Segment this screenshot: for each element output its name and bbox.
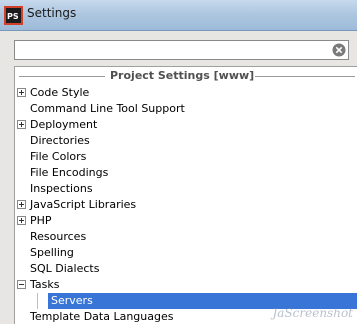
tree-item-label: JavaScript Libraries bbox=[30, 198, 137, 211]
tree-item-label: Tasks bbox=[30, 278, 60, 291]
tree-item-inspections[interactable]: Inspections bbox=[15, 181, 357, 197]
tree-item-javascript-libraries[interactable]: JavaScript Libraries bbox=[15, 197, 357, 213]
tree-item-sql-dialects[interactable]: SQL Dialects bbox=[15, 261, 357, 277]
tree-item-code-style[interactable]: Code Style bbox=[15, 85, 357, 101]
collapse-minus-icon[interactable] bbox=[17, 280, 26, 289]
phpstorm-logo-icon: PS bbox=[4, 6, 23, 25]
tree-item-tasks[interactable]: Tasks bbox=[15, 277, 357, 293]
tree-guide-line bbox=[37, 293, 38, 309]
divider bbox=[19, 76, 105, 77]
tree-item-label: File Encodings bbox=[30, 166, 109, 179]
tree-item-spelling[interactable]: Spelling bbox=[15, 245, 357, 261]
tree-item-label: Spelling bbox=[30, 246, 74, 259]
settings-search-input[interactable] bbox=[17, 42, 331, 58]
tree-item-php[interactable]: PHP bbox=[15, 213, 357, 229]
expand-plus-icon[interactable] bbox=[17, 216, 26, 225]
tree-item-label: Code Style bbox=[30, 86, 90, 99]
expand-plus-icon[interactable] bbox=[17, 88, 26, 97]
divider bbox=[255, 76, 355, 77]
tree-item-label: SQL Dialects bbox=[30, 262, 100, 275]
tree-item-label: File Colors bbox=[30, 150, 87, 163]
settings-tree[interactable]: Project Settings [www] Code Style Comman… bbox=[14, 66, 357, 324]
tree-item-deployment[interactable]: Deployment bbox=[15, 117, 357, 133]
expand-plus-icon[interactable] bbox=[17, 200, 26, 209]
tree-item-label: Directories bbox=[30, 134, 90, 147]
tree-item-label: Resources bbox=[30, 230, 87, 243]
svg-text:PS: PS bbox=[7, 12, 19, 21]
window-title: Settings bbox=[27, 6, 77, 20]
tree-item-label: Deployment bbox=[30, 118, 98, 131]
settings-search-box[interactable] bbox=[14, 40, 349, 60]
clear-search-icon[interactable] bbox=[332, 43, 346, 57]
tree-item-file-encodings[interactable]: File Encodings bbox=[15, 165, 357, 181]
tree-item-file-colors[interactable]: File Colors bbox=[15, 149, 357, 165]
tree-item-resources[interactable]: Resources bbox=[15, 229, 357, 245]
tree-item-label: Command Line Tool Support bbox=[30, 102, 185, 115]
section-title: Project Settings [www] bbox=[110, 69, 255, 82]
watermark: JaScreenshot bbox=[272, 306, 353, 320]
tree-item-label: Template Data Languages bbox=[30, 310, 174, 323]
tree-item-label: PHP bbox=[30, 214, 52, 227]
expand-plus-icon[interactable] bbox=[17, 120, 26, 129]
title-bar: PS Settings bbox=[0, 0, 357, 31]
tree-item-command-line-tool-support[interactable]: Command Line Tool Support bbox=[15, 101, 357, 117]
section-header: Project Settings [www] bbox=[15, 68, 357, 84]
tree-item-label: Servers bbox=[51, 294, 93, 307]
tree-item-directories[interactable]: Directories bbox=[15, 133, 357, 149]
tree-item-label: Inspections bbox=[30, 182, 93, 195]
